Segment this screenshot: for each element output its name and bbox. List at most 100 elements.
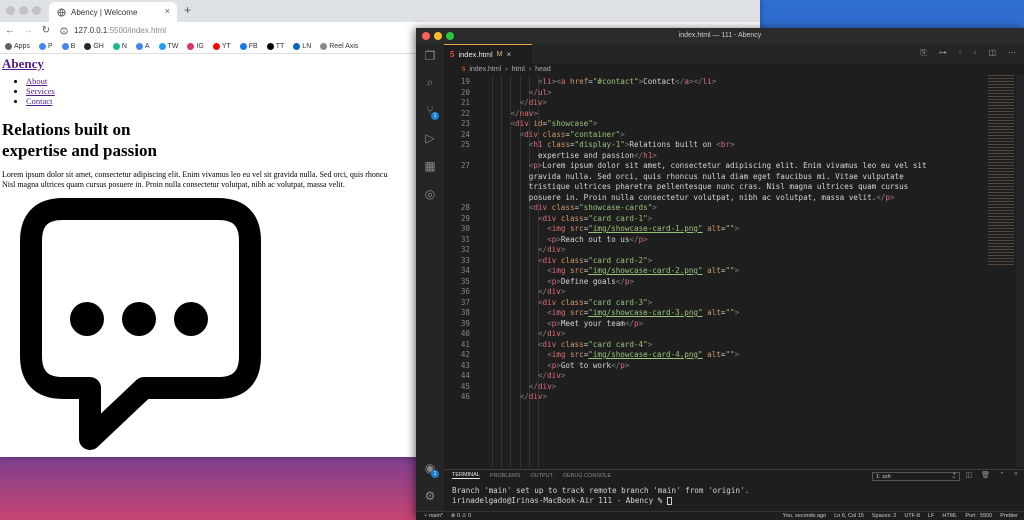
- tab-debug-console[interactable]: DEBUG CONSOLE: [563, 473, 611, 479]
- settings-gear-icon[interactable]: ⚙: [422, 488, 438, 504]
- bookmark-item[interactable]: IG: [187, 42, 204, 50]
- vscode-minimize-button[interactable]: [434, 32, 442, 40]
- code-line: <div class="card card-4">: [483, 340, 652, 350]
- browser-tab[interactable]: Abency | Welcome ×: [49, 2, 177, 22]
- line-number: 42: [460, 350, 470, 359]
- code-line: </div>: [483, 392, 547, 402]
- minimap[interactable]: [988, 75, 1014, 265]
- line-number: 32: [460, 245, 470, 254]
- status-item[interactable]: Spaces: 2: [872, 513, 896, 519]
- code-token: >: [624, 360, 630, 370]
- trash-icon[interactable]: 🗑: [981, 471, 990, 479]
- status-item[interactable]: LF: [928, 513, 934, 519]
- run-debug-icon[interactable]: ▷: [422, 130, 438, 146]
- status-item[interactable]: HTML: [942, 513, 957, 519]
- code-line: <h1 class="display-1">Relations built on…: [483, 140, 735, 150]
- git-compare-icon[interactable]: ⊶: [939, 48, 947, 58]
- bookmark-item[interactable]: P: [38, 42, 53, 50]
- code-token: </: [633, 150, 644, 160]
- code-token: >: [734, 266, 740, 275]
- more-actions-icon[interactable]: ⋯: [1008, 48, 1016, 58]
- bookmark-item[interactable]: LN: [293, 42, 311, 50]
- split-terminal-icon[interactable]: ◫: [966, 471, 973, 479]
- window-close-button[interactable]: [6, 6, 15, 15]
- bookmark-item[interactable]: TW: [158, 42, 179, 50]
- branch-status[interactable]: ⑂ main*: [424, 513, 443, 519]
- status-item[interactable]: UTF-8: [904, 513, 920, 519]
- modified-indicator: M: [496, 51, 503, 58]
- tab-close-icon[interactable]: ×: [506, 50, 511, 59]
- bookmark-label: TW: [167, 42, 179, 50]
- code-token: </: [537, 287, 548, 296]
- back-arrow-icon[interactable]: ←: [4, 25, 16, 36]
- previous-change-icon[interactable]: ◦: [959, 48, 962, 58]
- status-item[interactable]: Ln 6, Col 15: [834, 513, 864, 519]
- bookmark-favicon-icon: [84, 42, 92, 50]
- terminal-select[interactable]: 1: zsh ⌄: [872, 472, 960, 481]
- breadcrumb-head[interactable]: head: [535, 66, 551, 73]
- code-token: >: [547, 87, 552, 97]
- close-panel-icon[interactable]: ×: [1014, 471, 1018, 479]
- bookmark-item[interactable]: A: [135, 42, 150, 50]
- code-editor[interactable]: 19 <li><a href="#contact">Contact</a></li…: [444, 75, 1004, 467]
- code-line: posuere in. Proin nulla consectetur volu…: [483, 193, 895, 203]
- code-token: "display-1": [574, 140, 625, 149]
- bookmark-label: P: [47, 42, 53, 50]
- breadcrumb-html[interactable]: html: [512, 66, 525, 73]
- bookmark-item[interactable]: N: [112, 42, 127, 50]
- line-number: 30: [460, 224, 470, 233]
- code-token: img: [551, 224, 566, 233]
- forward-arrow-icon[interactable]: →: [22, 25, 34, 36]
- window-zoom-button[interactable]: [32, 6, 41, 15]
- editor-tab-index-html[interactable]: 5 index.html M ×: [444, 44, 532, 64]
- code-token: "card card-1": [588, 213, 648, 223]
- explorer-icon[interactable]: ❐: [422, 48, 438, 64]
- terminal-prompt: irinadelgado@Irinas-MacBook-Air 111 - Ab…: [452, 496, 667, 505]
- code-line: <img src="img/showcase-card-3.png" alt="…: [483, 308, 739, 318]
- editor-scrollbar[interactable]: [1016, 75, 1024, 467]
- tab-problems[interactable]: PROBLEMS: [490, 473, 521, 479]
- address-bar[interactable]: 127.0.0.1:5500/index.html: [60, 26, 166, 35]
- breadcrumb-file[interactable]: index.html: [469, 66, 501, 73]
- maximize-panel-icon[interactable]: ⌃: [999, 471, 1005, 479]
- reload-icon[interactable]: ↻: [40, 25, 52, 36]
- bookmark-item[interactable]: Reel Axis: [320, 42, 358, 50]
- window-minimize-button[interactable]: [19, 6, 28, 15]
- terminal-output[interactable]: Branch 'main' set up to track remote bra…: [444, 481, 1024, 506]
- vscode-zoom-button[interactable]: [446, 32, 454, 40]
- tab-output[interactable]: OUTPUT: [530, 473, 553, 479]
- split-editor-icon[interactable]: ◫: [988, 48, 996, 58]
- status-item[interactable]: Port : 5500: [965, 513, 992, 519]
- code-token: >: [890, 192, 895, 202]
- search-icon[interactable]: ⌕: [422, 74, 438, 90]
- bookmark-label: A: [144, 42, 150, 50]
- tab-close-icon[interactable]: ×: [165, 6, 170, 16]
- bookmark-item[interactable]: B: [61, 42, 75, 50]
- nav-link-contact[interactable]: Contact: [26, 96, 52, 106]
- problems-status[interactable]: ⊗ 0 ⚠ 0: [451, 513, 471, 519]
- bookmark-item[interactable]: Apps: [5, 42, 30, 50]
- status-item[interactable]: Prettier: [1000, 513, 1018, 519]
- bookmark-item[interactable]: TT: [266, 42, 284, 50]
- bookmark-item[interactable]: YT: [212, 42, 231, 50]
- remote-explorer-icon[interactable]: ◎: [422, 186, 438, 202]
- info-icon[interactable]: [60, 26, 68, 35]
- code-token: >: [734, 224, 740, 233]
- tab-terminal[interactable]: TERMINAL: [452, 472, 480, 479]
- nav-link-about[interactable]: About: [26, 76, 47, 86]
- status-item[interactable]: You, seconds ago: [783, 513, 827, 519]
- new-terminal-icon[interactable]: +: [952, 471, 956, 479]
- code-line: </div>: [483, 382, 556, 392]
- bookmark-item[interactable]: FB: [239, 42, 258, 50]
- code-token: >: [711, 77, 717, 86]
- code-token: div: [547, 371, 561, 380]
- bookmark-favicon-icon: [135, 42, 143, 50]
- bookmark-item[interactable]: GH: [84, 42, 104, 50]
- next-change-icon[interactable]: ◦: [974, 48, 977, 58]
- extensions-icon[interactable]: ▦: [422, 158, 438, 174]
- vscode-close-button[interactable]: [422, 32, 430, 40]
- nav-link-services[interactable]: Services: [26, 86, 55, 96]
- open-changes-icon[interactable]: ⎘: [920, 48, 926, 58]
- new-tab-button[interactable]: +: [184, 3, 191, 17]
- bookmark-favicon-icon: [293, 42, 301, 50]
